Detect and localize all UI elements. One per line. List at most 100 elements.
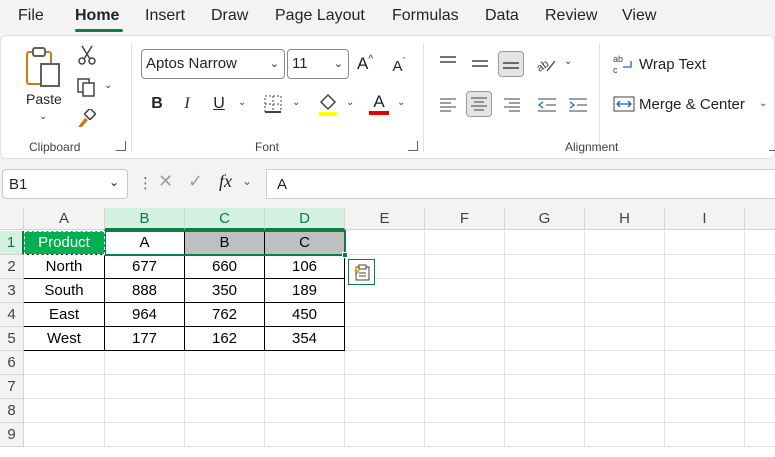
cell-h6[interactable] xyxy=(585,351,665,375)
cell-h8[interactable] xyxy=(585,399,665,423)
cell-c5[interactable]: 162 xyxy=(185,327,265,351)
cell-b1[interactable]: A xyxy=(105,231,185,255)
cell-d7[interactable] xyxy=(265,375,345,399)
cut-icon[interactable] xyxy=(77,44,97,66)
align-top-icon[interactable] xyxy=(435,49,461,75)
cell-c8[interactable] xyxy=(185,399,265,423)
cell-c3[interactable]: 350 xyxy=(185,279,265,303)
cell-e1[interactable] xyxy=(345,231,425,255)
align-center-icon[interactable] xyxy=(466,91,492,117)
paste-icon[interactable] xyxy=(21,44,65,90)
alignment-launcher-icon[interactable] xyxy=(769,141,775,151)
font-color-icon[interactable]: A xyxy=(367,91,391,117)
cell-d2[interactable]: 106 xyxy=(265,255,345,279)
cell-j6[interactable] xyxy=(745,351,775,375)
cell-a7[interactable] xyxy=(24,375,105,399)
cell-i3[interactable] xyxy=(665,279,745,303)
cell-b4[interactable]: 964 xyxy=(105,303,185,327)
row-header-3[interactable]: 3 xyxy=(0,279,24,303)
cell-a5[interactable]: West xyxy=(24,327,105,351)
copy-icon[interactable] xyxy=(75,76,97,98)
cell-i4[interactable] xyxy=(665,303,745,327)
cell-g9[interactable] xyxy=(505,423,585,447)
menu-page-layout[interactable]: Page Layout xyxy=(275,7,365,25)
cell-d4[interactable]: 450 xyxy=(265,303,345,327)
cell-f9[interactable] xyxy=(425,423,505,447)
cell-j5[interactable] xyxy=(745,327,775,351)
column-header-b[interactable]: B xyxy=(105,208,185,230)
select-all-corner[interactable] xyxy=(0,208,24,230)
copy-dropdown-chevron-icon[interactable]: ⌄ xyxy=(104,80,112,91)
cell-h9[interactable] xyxy=(585,423,665,447)
cell-f8[interactable] xyxy=(425,399,505,423)
cell-b5[interactable]: 177 xyxy=(105,327,185,351)
cell-i8[interactable] xyxy=(665,399,745,423)
cell-g2[interactable] xyxy=(505,255,585,279)
cell-d9[interactable] xyxy=(265,423,345,447)
insert-function-icon[interactable]: fx xyxy=(219,171,232,192)
cell-d8[interactable] xyxy=(265,399,345,423)
fill-color-chevron-icon[interactable]: ⌄ xyxy=(346,97,354,108)
align-bottom-icon[interactable] xyxy=(498,51,524,77)
cell-c6[interactable] xyxy=(185,351,265,375)
cell-d6[interactable] xyxy=(265,351,345,375)
cell-b6[interactable] xyxy=(105,351,185,375)
column-header-e[interactable]: E xyxy=(345,208,425,230)
cell-f7[interactable] xyxy=(425,375,505,399)
column-header-f[interactable]: F xyxy=(425,208,505,230)
row-header-6[interactable]: 6 xyxy=(0,351,24,375)
cell-g7[interactable] xyxy=(505,375,585,399)
cell-j8[interactable] xyxy=(745,399,775,423)
merge-chevron-icon[interactable]: ⌄ xyxy=(759,98,767,109)
menu-formulas[interactable]: Formulas xyxy=(392,7,459,25)
cell-e8[interactable] xyxy=(345,399,425,423)
cell-a9[interactable] xyxy=(24,423,105,447)
row-header-1[interactable]: 1 xyxy=(0,231,24,255)
cell-f6[interactable] xyxy=(425,351,505,375)
cell-b3[interactable]: 888 xyxy=(105,279,185,303)
cell-j4[interactable] xyxy=(745,303,775,327)
enter-icon[interactable]: ✓ xyxy=(188,171,203,192)
paste-options-button[interactable] xyxy=(348,259,375,285)
cell-j2[interactable] xyxy=(745,255,775,279)
row-header-9[interactable]: 9 xyxy=(0,423,24,447)
column-header-i[interactable]: I xyxy=(665,208,745,230)
cell-h4[interactable] xyxy=(585,303,665,327)
cell-g5[interactable] xyxy=(505,327,585,351)
cell-d5[interactable]: 354 xyxy=(265,327,345,351)
cell-j7[interactable] xyxy=(745,375,775,399)
menu-draw[interactable]: Draw xyxy=(211,7,248,25)
row-header-4[interactable]: 4 xyxy=(0,303,24,327)
cell-e9[interactable] xyxy=(345,423,425,447)
borders-icon[interactable] xyxy=(262,93,284,115)
chevron-down-icon[interactable]: ⌄ xyxy=(242,174,252,188)
cell-h2[interactable] xyxy=(585,255,665,279)
cell-h3[interactable] xyxy=(585,279,665,303)
merge-center-icon[interactable] xyxy=(613,93,635,115)
cell-b7[interactable] xyxy=(105,375,185,399)
cell-i5[interactable] xyxy=(665,327,745,351)
wrap-text-icon[interactable]: ab c xyxy=(613,53,635,75)
cell-c4[interactable]: 762 xyxy=(185,303,265,327)
cell-g3[interactable] xyxy=(505,279,585,303)
cell-f2[interactable] xyxy=(425,255,505,279)
column-header-j[interactable] xyxy=(745,208,775,230)
column-header-c[interactable]: C xyxy=(185,208,265,230)
increase-font-size-icon[interactable]: A ^ xyxy=(353,53,377,75)
cell-a2[interactable]: North xyxy=(24,255,105,279)
orientation-icon[interactable]: ab xyxy=(533,51,559,77)
cell-c7[interactable] xyxy=(185,375,265,399)
format-painter-icon[interactable] xyxy=(75,108,97,130)
cell-g8[interactable] xyxy=(505,399,585,423)
name-box[interactable]: B1 ⌄ xyxy=(2,169,128,199)
cell-b8[interactable] xyxy=(105,399,185,423)
cell-i1[interactable] xyxy=(665,231,745,255)
cell-i9[interactable] xyxy=(665,423,745,447)
cell-h1[interactable] xyxy=(585,231,665,255)
menu-view[interactable]: View xyxy=(622,7,656,25)
cell-g1[interactable] xyxy=(505,231,585,255)
decrease-font-size-icon[interactable]: Aˇ xyxy=(387,55,411,77)
cell-a6[interactable] xyxy=(24,351,105,375)
cell-i6[interactable] xyxy=(665,351,745,375)
font-name-select[interactable]: Aptos Narrow ⌄ xyxy=(141,49,285,79)
